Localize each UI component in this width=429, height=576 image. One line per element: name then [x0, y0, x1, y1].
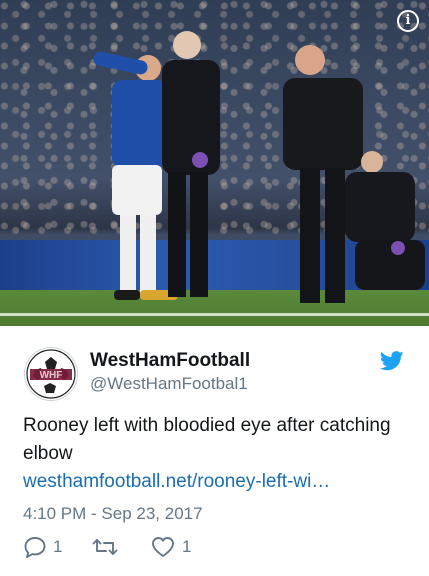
- reply-icon: [24, 537, 46, 558]
- medic-figure: [162, 31, 220, 297]
- reply-button[interactable]: 1: [23, 536, 62, 558]
- tweet-timestamp[interactable]: 4:10 PM - Sep 23, 2017: [23, 504, 203, 524]
- tweet-photo[interactable]: i: [0, 0, 429, 326]
- like-count: 1: [182, 537, 192, 556]
- tweet-actions: 1 1: [23, 536, 403, 562]
- retweet-icon: [92, 539, 118, 555]
- info-icon[interactable]: i: [397, 10, 419, 32]
- user-handle[interactable]: @WestHamFootbal1: [90, 374, 248, 394]
- kneeling-medic-figure: [345, 151, 425, 290]
- display-name[interactable]: WestHamFootball: [90, 350, 250, 372]
- svg-text:WHF: WHF: [40, 370, 63, 381]
- retweet-button[interactable]: [91, 536, 125, 558]
- tweet-text: Rooney left with bloodied eye after catc…: [23, 415, 391, 464]
- twitter-bird-icon[interactable]: [379, 351, 404, 376]
- reply-count: 1: [53, 537, 63, 556]
- heart-icon: [152, 537, 174, 557]
- like-button[interactable]: 1: [150, 536, 191, 558]
- football-logo-icon: WHF: [26, 349, 76, 399]
- players-figures: [93, 31, 425, 303]
- avatar[interactable]: WHF: [24, 347, 78, 401]
- tweet-link[interactable]: westhamfootball.net/rooney-left-wi…: [23, 471, 330, 493]
